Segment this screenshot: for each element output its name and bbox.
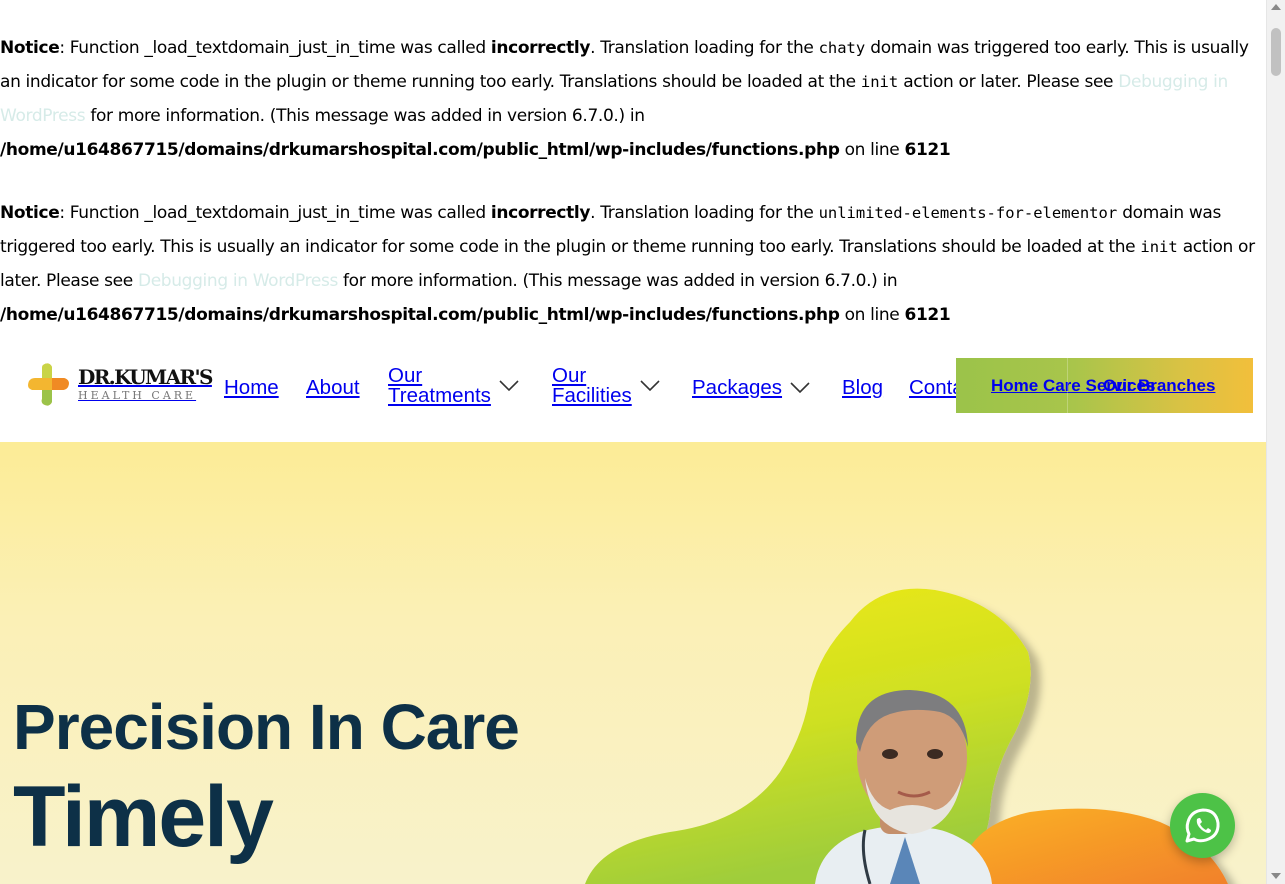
main-nav: Home About Our Treatments Our Facilities P…	[224, 336, 956, 442]
page-scrollbar[interactable]	[1266, 0, 1285, 884]
hero-subheading: Timely	[13, 769, 274, 865]
hero-heading: Precision In Care	[13, 691, 520, 763]
nav-about[interactable]: About	[306, 376, 360, 400]
notice-path: /home/u164867715/domains/drkumarshospita…	[0, 140, 840, 160]
php-notice-chaty: Notice: Function _load_textdomain_just_i…	[0, 31, 1262, 167]
notice-action: init	[1140, 238, 1178, 256]
cta-divider	[1067, 358, 1068, 413]
nav-treatments-line2: Treatments	[388, 384, 491, 407]
notice-domain: unlimited-elements-for-elementor	[818, 204, 1118, 222]
notice-bold: incorrectly	[490, 38, 591, 58]
notice-line-number: 6121	[904, 140, 951, 160]
scroll-thumb[interactable]	[1271, 28, 1281, 76]
chevron-down-icon[interactable]	[640, 380, 660, 392]
notice-bold: incorrectly	[490, 203, 591, 223]
nav-our-facilities[interactable]: Our Facilities	[552, 365, 660, 407]
notice-text: . Translation loading for the	[590, 38, 819, 58]
nav-packages-label: Packages	[692, 376, 783, 399]
site-logo[interactable]: DR.KUMAR'S HEALTH CARE	[24, 356, 213, 412]
php-notice-unlimited-elements: Notice: Function _load_textdomain_just_i…	[0, 196, 1262, 332]
notice-text: . Translation loading for the	[590, 203, 819, 223]
notice-action: init	[860, 73, 899, 91]
notice-text: : Function _load_textdomain_just_in_time…	[59, 38, 491, 58]
logo-subtitle: HEALTH CARE	[78, 389, 197, 402]
nav-blog[interactable]: Blog	[842, 376, 883, 400]
notice-text: action or later. Please see	[898, 72, 1119, 92]
cta-group: Home Care Services Our Branches	[956, 358, 1253, 413]
logo-text: DR.KUMAR'S HEALTH CARE	[78, 365, 213, 402]
php-notices: Notice: Function _load_textdomain_just_i…	[0, 31, 1262, 361]
site-header: DR.KUMAR'S HEALTH CARE Home About Our Tre…	[0, 336, 1266, 442]
scroll-up-arrow-icon[interactable]	[1271, 4, 1281, 10]
nav-home[interactable]: Home	[224, 376, 279, 400]
page: Notice: Function _load_textdomain_just_i…	[0, 0, 1266, 884]
nav-packages[interactable]: Packages	[692, 376, 810, 400]
notice-text: on line	[839, 140, 905, 160]
scroll-down-arrow-icon[interactable]	[1271, 873, 1281, 879]
notice-path: /home/u164867715/domains/drkumarshospita…	[0, 305, 840, 325]
notice-text: on line	[839, 305, 905, 325]
nav-contact[interactable]: Contact	[909, 376, 956, 400]
cross-logo-icon	[28, 363, 69, 406]
nav-facilities-label: Our Facilities	[552, 365, 632, 407]
notice-label: Notice	[0, 38, 60, 58]
chevron-down-icon[interactable]	[790, 382, 810, 394]
debugging-link[interactable]: Debugging in WordPress	[138, 271, 338, 291]
nav-our-treatments[interactable]: Our Treatments	[388, 365, 519, 407]
notice-label: Notice	[0, 203, 60, 223]
nav-treatments-label: Our Treatments	[388, 365, 491, 407]
chevron-down-icon[interactable]	[499, 380, 519, 392]
whatsapp-button[interactable]	[1170, 793, 1235, 858]
notice-text: : Function _load_textdomain_just_in_time…	[59, 203, 491, 223]
whatsapp-icon	[1185, 808, 1220, 842]
hero-illustration	[585, 588, 1228, 884]
notice-text: for more information. (This message was …	[337, 271, 898, 291]
hero-section: Precision In Care Timely	[0, 442, 1266, 884]
notice-domain: chaty	[818, 39, 866, 57]
nav-facilities-line2: Facilities	[552, 384, 632, 407]
our-branches-button[interactable]: Our Branches	[1103, 358, 1215, 413]
notice-text: for more information. (This message was …	[85, 106, 645, 126]
logo-name: DR.KUMAR'S	[78, 365, 213, 389]
notice-line-number: 6121	[904, 305, 951, 325]
